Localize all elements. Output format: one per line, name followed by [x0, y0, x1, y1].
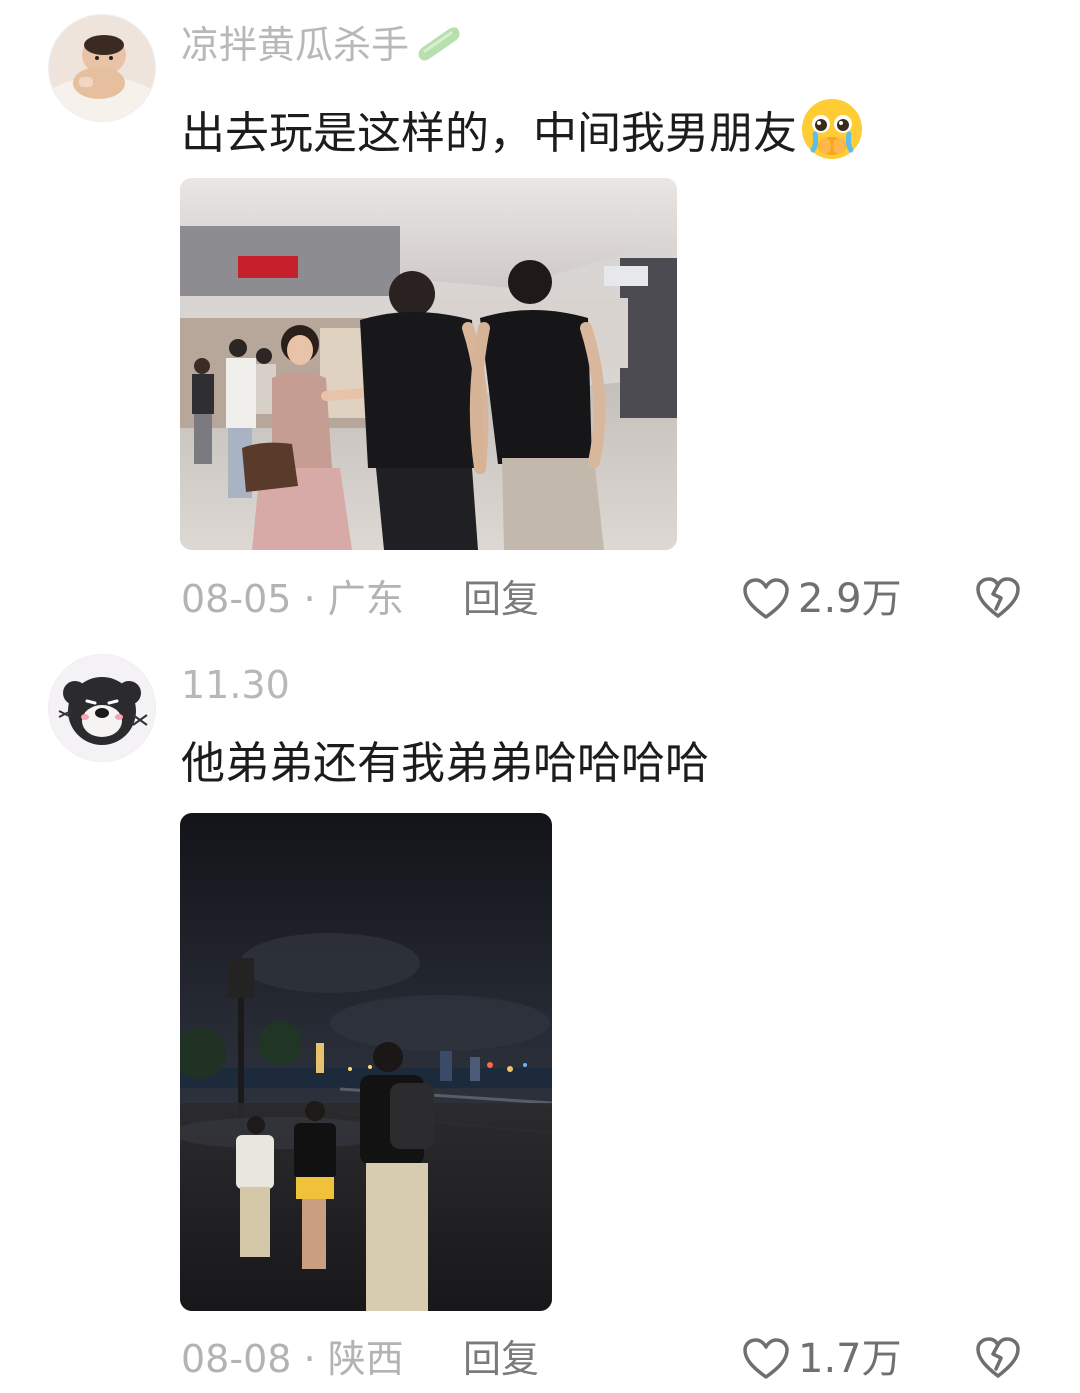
- comment-text-content: 出去玩是这样的，中间我男朋友: [181, 108, 797, 159]
- comment-location: 广东: [327, 577, 404, 621]
- comment-location: 陕西: [327, 1337, 404, 1381]
- dislike-button[interactable]: [975, 576, 1021, 624]
- broken-heart-icon: [976, 577, 1020, 618]
- comment-photo-night[interactable]: [180, 813, 552, 1311]
- meta-separator: ·: [303, 577, 316, 621]
- dislike-button[interactable]: [975, 1336, 1021, 1384]
- comment-meta: 08-08 · 陕西: [181, 1336, 404, 1382]
- like-button[interactable]: 1.7万: [742, 1336, 902, 1382]
- comment-text: 出去玩是这样的，中间我男朋友: [181, 96, 865, 176]
- reply-button[interactable]: 回复: [463, 1336, 539, 1382]
- like-count: 1.7万: [798, 1336, 902, 1382]
- heart-icon: [743, 578, 789, 619]
- comment-item: 11.30 他弟弟还有我弟弟哈哈哈哈 08-08 · 陕西 回复 1.7万: [0, 640, 1080, 1393]
- username[interactable]: 11.30: [181, 662, 290, 708]
- username[interactable]: 凉拌黄瓜杀手: [181, 22, 463, 73]
- like-button[interactable]: 2.9万: [742, 576, 902, 622]
- comment-date: 08-08: [181, 1337, 292, 1381]
- user-avatar[interactable]: [48, 14, 156, 122]
- user-avatar[interactable]: [48, 654, 156, 762]
- comment-text: 他弟弟还有我弟弟哈哈哈哈: [181, 738, 709, 789]
- broken-heart-icon: [976, 1337, 1020, 1378]
- crying-face-emoji: [799, 96, 865, 176]
- like-count: 2.9万: [798, 576, 902, 622]
- username-text: 凉拌黄瓜杀手: [181, 23, 410, 67]
- comment-item: 凉拌黄瓜杀手 出去玩是这样的，中间我男朋友 08-05 · 广东 回复 2.9万: [0, 0, 1080, 640]
- comment-photo-mall[interactable]: [180, 178, 677, 550]
- cucumber-icon: [413, 23, 463, 73]
- meta-separator: ·: [303, 1337, 316, 1381]
- comment-date: 08-05: [181, 577, 292, 621]
- comment-meta: 08-05 · 广东: [181, 576, 404, 622]
- heart-icon: [743, 1338, 789, 1379]
- reply-button[interactable]: 回复: [463, 576, 539, 622]
